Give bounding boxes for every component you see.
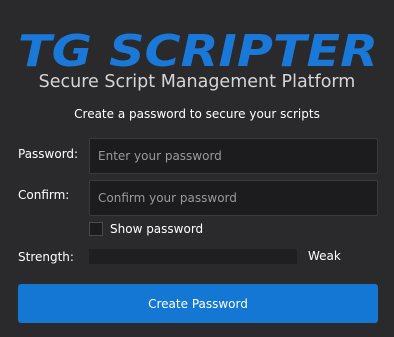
password-strength-bar (89, 249, 297, 264)
form-instruction: Create a password to secure your scripts (74, 107, 320, 121)
password-label: Password: (18, 147, 79, 161)
show-password-label[interactable]: Show password (110, 222, 203, 236)
password-input[interactable] (89, 138, 378, 174)
create-password-button[interactable]: Create Password (18, 284, 378, 323)
confirm-label: Confirm: (18, 188, 70, 202)
confirm-password-input[interactable] (89, 180, 378, 216)
strength-label: Strength: (18, 250, 74, 264)
show-password-checkbox[interactable] (89, 222, 103, 236)
app-tagline: Secure Script Management Platform (38, 72, 356, 92)
password-strength-text: Weak (308, 249, 341, 263)
logo-text: TG SCRIPTER (18, 30, 378, 70)
app-logo: TG SCRIPTER (18, 30, 378, 70)
